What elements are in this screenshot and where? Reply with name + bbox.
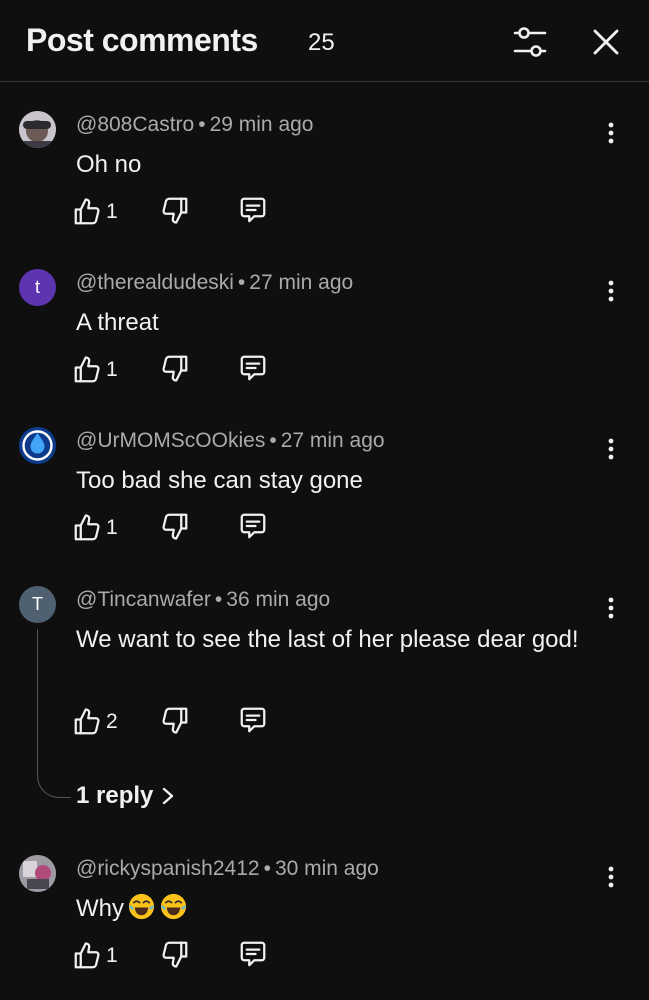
avatar[interactable]: T: [19, 586, 56, 623]
like-button[interactable]: 1: [72, 195, 118, 229]
comment-author[interactable]: @rickyspanish2412: [76, 857, 260, 880]
close-button[interactable]: [586, 22, 626, 62]
reply-button[interactable]: [238, 939, 268, 974]
comment-text: Why: [76, 891, 596, 926]
laughing-tears-emoji-icon: [160, 893, 187, 920]
comment-author[interactable]: @UrMOMScOOkies: [76, 429, 265, 452]
message-square-icon: [240, 513, 266, 539]
message-square-icon: [240, 707, 266, 733]
more-options-button[interactable]: [598, 435, 624, 463]
comment-count: 25: [308, 29, 335, 56]
comment-text: Too bad she can stay gone: [76, 467, 363, 494]
comment-author[interactable]: @Tincanwafer: [76, 588, 211, 611]
sliders-icon: [513, 27, 547, 57]
like-count: 1: [106, 944, 118, 967]
message-square-icon: [240, 941, 266, 967]
dislike-button[interactable]: [160, 705, 190, 740]
avatar[interactable]: [19, 111, 56, 148]
comment-meta: @Tincanwafer • 36 min ago: [76, 588, 330, 612]
thumbs-up-icon: [74, 356, 100, 383]
message-square-icon: [240, 197, 266, 223]
like-button[interactable]: 1: [72, 511, 118, 545]
thumbs-up-icon: [74, 942, 100, 969]
like-button[interactable]: 1: [72, 939, 118, 973]
view-replies-button[interactable]: 1 reply: [76, 782, 175, 810]
more-vertical-icon: [608, 597, 614, 619]
comments-header: Post comments 25: [0, 0, 649, 82]
like-count: 1: [106, 358, 118, 381]
reply-button[interactable]: [238, 511, 268, 546]
comment-text: Oh no: [76, 151, 142, 178]
comment-meta: @UrMOMScOOkies • 27 min ago: [76, 429, 385, 453]
avatar-letter: t: [34, 277, 40, 297]
comment-actions: 2: [72, 705, 292, 739]
reply-button[interactable]: [238, 195, 268, 230]
water-drop-logo-icon: [19, 427, 56, 464]
comment-author[interactable]: @808Castro: [76, 113, 194, 136]
comment-author[interactable]: @therealdudeski: [76, 271, 234, 294]
separator-dot: •: [214, 588, 223, 611]
more-vertical-icon: [608, 280, 614, 302]
more-vertical-icon: [608, 866, 614, 888]
like-button[interactable]: 1: [72, 353, 118, 387]
comment-text: We want to see the last of her please de…: [76, 626, 579, 653]
avatar[interactable]: [19, 427, 56, 464]
like-button[interactable]: 2: [72, 705, 118, 739]
comment-text: A threat: [76, 309, 159, 336]
comment-meta: @808Castro • 29 min ago: [76, 113, 313, 137]
avatar[interactable]: [19, 855, 56, 892]
thumbs-down-icon: [162, 513, 188, 540]
like-count: 2: [106, 710, 118, 733]
separator-dot: •: [263, 857, 271, 880]
more-options-button[interactable]: [598, 277, 624, 305]
thumbs-up-icon: [74, 198, 100, 225]
more-options-button[interactable]: [598, 594, 624, 622]
more-options-button[interactable]: [598, 863, 624, 891]
separator-dot: •: [237, 271, 246, 294]
comment-time[interactable]: 36 min ago: [226, 588, 330, 611]
dislike-button[interactable]: [160, 353, 190, 388]
separator-dot: •: [269, 429, 277, 452]
chevron-right-icon: [163, 787, 174, 805]
reply-button[interactable]: [238, 353, 268, 388]
thumbs-down-icon: [162, 707, 188, 734]
comment-actions: 1: [72, 511, 292, 545]
thumbs-down-icon: [162, 197, 188, 224]
comment-text-content: Why: [76, 895, 124, 922]
reply-button[interactable]: [238, 705, 268, 740]
comment-actions: 1: [72, 353, 292, 387]
comment-time[interactable]: 27 min ago: [249, 271, 353, 294]
reply-thread-line: [37, 629, 71, 798]
comment-time[interactable]: 29 min ago: [210, 113, 314, 136]
close-icon: [593, 29, 619, 55]
thumbs-down-icon: [162, 941, 188, 968]
replies-label: 1 reply: [76, 782, 154, 809]
thumbs-down-icon: [162, 355, 188, 382]
thumbs-up-icon: [74, 708, 100, 735]
like-count: 1: [106, 200, 118, 223]
comment-time[interactable]: 30 min ago: [275, 857, 379, 880]
more-options-button[interactable]: [598, 119, 624, 147]
message-square-icon: [240, 355, 266, 381]
comment-meta: @rickyspanish2412 • 30 min ago: [76, 857, 379, 881]
filter-button[interactable]: [510, 24, 550, 60]
user-photo-icon: [19, 855, 56, 892]
like-count: 1: [106, 516, 118, 539]
avatar[interactable]: t: [19, 269, 56, 306]
user-photo-icon: [19, 111, 56, 148]
dislike-button[interactable]: [160, 195, 190, 230]
comment-meta: @therealdudeski • 27 min ago: [76, 271, 353, 295]
dislike-button[interactable]: [160, 939, 190, 974]
thumbs-up-icon: [74, 514, 100, 541]
comment-actions: 1: [72, 939, 292, 973]
laughing-tears-emoji-icon: [128, 893, 155, 920]
more-vertical-icon: [608, 122, 614, 144]
more-vertical-icon: [608, 438, 614, 460]
dislike-button[interactable]: [160, 511, 190, 546]
page-title: Post comments: [26, 22, 258, 58]
comment-time[interactable]: 27 min ago: [281, 429, 385, 452]
separator-dot: •: [198, 113, 206, 136]
comment-actions: 1: [72, 195, 292, 229]
avatar-letter: T: [32, 594, 43, 614]
